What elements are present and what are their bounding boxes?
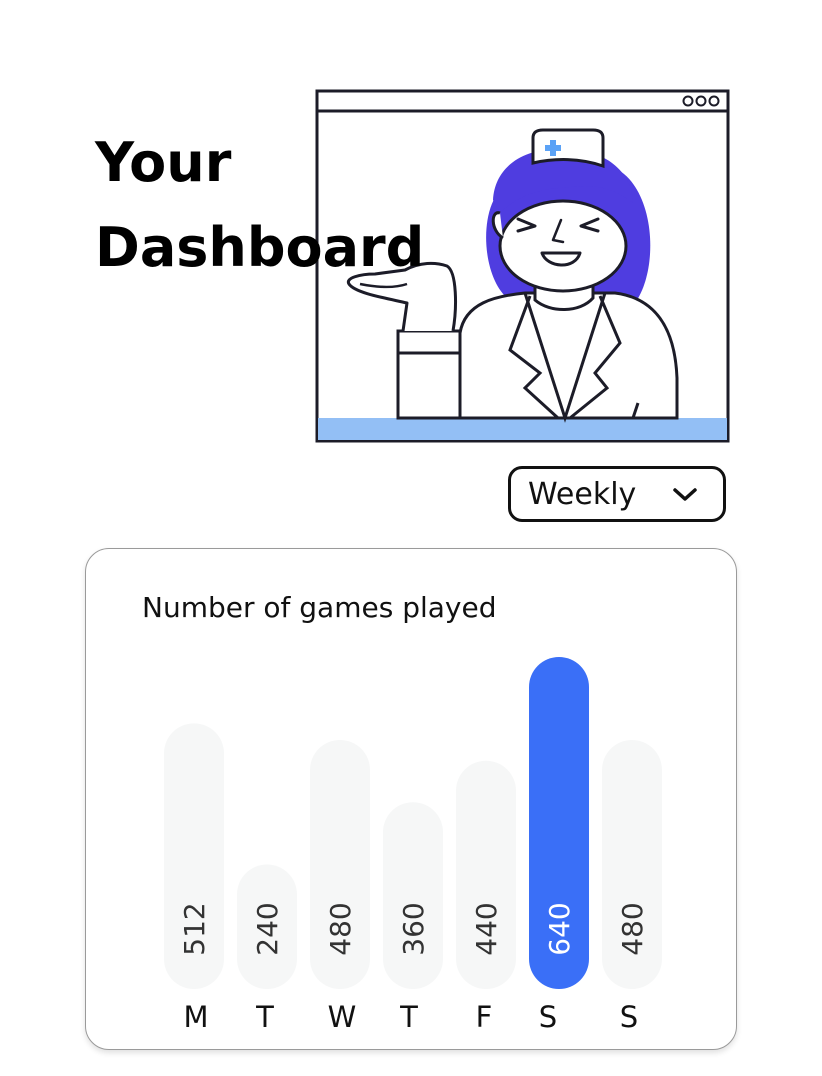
games-played-card: Number of games played 512 M 240 T 480 W 360 T 4… — [85, 548, 737, 1050]
bar-value-label-0: 512 — [178, 902, 211, 955]
page-title: Your Dashboard — [95, 120, 424, 290]
category-label-4: F — [476, 1000, 493, 1034]
period-dropdown-label: Weekly — [528, 476, 637, 512]
bar-value-label-3: 360 — [397, 902, 430, 955]
category-label-0: M — [183, 1000, 208, 1034]
nurse-cap — [531, 128, 605, 169]
page-title-line-2: Dashboard — [95, 216, 425, 279]
bar-value-label-1: 240 — [251, 902, 284, 955]
bar-3 — [383, 802, 443, 989]
period-dropdown[interactable]: Weekly — [508, 466, 726, 522]
bar-value-label-4: 440 — [470, 902, 503, 955]
bar-chart: 512 M 240 T 480 W 360 T 440 F 640 S 480 S — [164, 657, 662, 1034]
category-label-2: W — [328, 1000, 357, 1034]
desk — [318, 418, 727, 440]
category-label-6: S — [620, 1000, 638, 1034]
page-title-line-1: Your — [95, 131, 232, 194]
bar-value-label-2: 480 — [324, 902, 357, 955]
category-label-1: T — [255, 1000, 274, 1034]
chevron-down-icon — [673, 488, 697, 501]
category-label-5: S — [539, 1000, 557, 1034]
bar-value-label-5: 640 — [543, 902, 576, 955]
category-label-3: T — [399, 1000, 418, 1034]
bar-value-label-6: 480 — [616, 902, 649, 955]
